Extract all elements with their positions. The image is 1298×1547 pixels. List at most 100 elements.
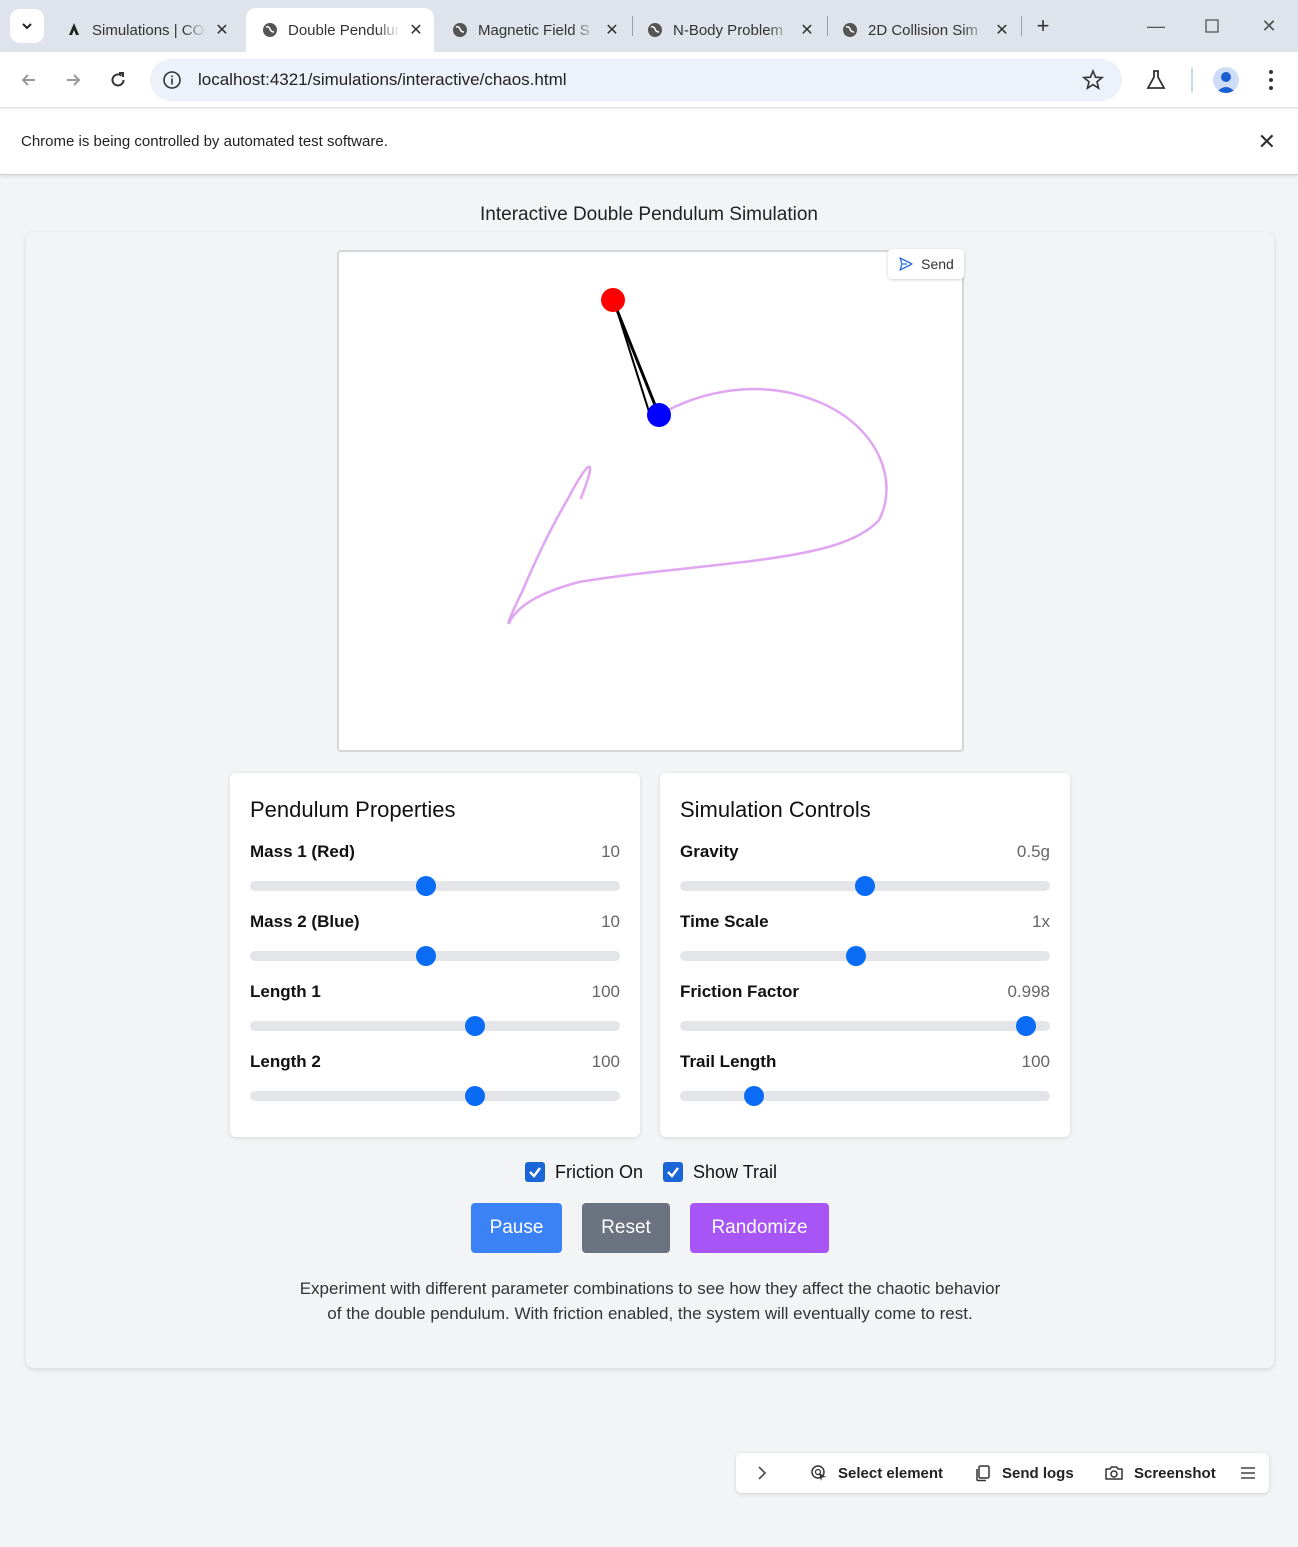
length-2-slider[interactable] (250, 1086, 620, 1106)
trail-checkbox[interactable] (663, 1162, 683, 1182)
maximize-icon[interactable] (1199, 14, 1225, 39)
pause-button[interactable]: Pause (471, 1203, 562, 1253)
friction-factor-value: 0.998 (1007, 982, 1050, 1001)
simulation-controls-panel: Simulation Controls Gravity 0.5g Time Sc… (660, 773, 1070, 1137)
tab-simulations[interactable]: Simulations | CO ✕ (50, 8, 240, 52)
tab-title: N-Body Problem (673, 21, 784, 39)
panel-heading: Simulation Controls (680, 797, 871, 822)
window-close-icon[interactable]: ✕ (1256, 14, 1282, 38)
slider-thumb[interactable] (465, 1086, 486, 1106)
tab-n-body[interactable]: N-Body Problem ✕ (631, 8, 825, 52)
trail-label: Show Trail (693, 1161, 778, 1182)
globe-icon (263, 23, 277, 37)
tab-magnetic-field[interactable]: Magnetic Field S ✕ (436, 8, 630, 52)
gravity-label: Gravity (680, 842, 739, 861)
randomize-button[interactable]: Randomize (690, 1203, 829, 1253)
star-icon[interactable] (1082, 69, 1104, 91)
tab-title: 2D Collision Sim (868, 21, 979, 39)
menu-kebab-icon[interactable] (1262, 68, 1280, 92)
slider-thumb[interactable] (845, 946, 866, 966)
friction-toggle[interactable]: Friction On (525, 1160, 643, 1184)
pendulum-rod-2 (614, 303, 652, 419)
trail-length-label: Trail Length (680, 1052, 777, 1071)
mass-2-slider[interactable] (250, 946, 620, 966)
slider-thumb[interactable] (415, 876, 436, 896)
slider-thumb[interactable] (744, 1086, 764, 1106)
mass-1-slider[interactable] (250, 876, 620, 896)
back-icon[interactable] (15, 66, 43, 94)
tab-double-pendulum[interactable]: Double Pendulum ✕ (246, 8, 434, 52)
slider-thumb[interactable] (1015, 1016, 1036, 1036)
send-label: Send (921, 256, 954, 272)
send-button[interactable]: Send (888, 249, 964, 279)
site-info-icon[interactable] (162, 70, 182, 90)
globe-icon (648, 23, 662, 37)
labs-flask-icon[interactable] (1145, 69, 1167, 91)
simulation-canvas[interactable] (337, 250, 964, 752)
select-element-label: Select element (838, 1464, 944, 1482)
length-1-slider[interactable] (250, 1016, 620, 1036)
chevron-right-icon[interactable] (754, 1465, 770, 1481)
time-scale-label: Time Scale (680, 912, 769, 931)
url-text: localhost:4321/simulations/interactive/c… (198, 70, 567, 89)
toolbar-divider (1191, 68, 1193, 92)
close-tab-icon[interactable]: ✕ (406, 20, 426, 40)
close-tab-icon[interactable]: ✕ (992, 20, 1012, 40)
profile-avatar-icon[interactable] (1213, 67, 1239, 93)
mass-1-label: Mass 1 (Red) (250, 842, 355, 861)
friction-factor-slider[interactable] (680, 1016, 1050, 1036)
copy-icon (976, 1465, 990, 1482)
hamburger-menu-icon[interactable] (1240, 1466, 1256, 1480)
close-tab-icon[interactable]: ✕ (212, 20, 232, 40)
pendulum-properties-panel: Pendulum Properties Mass 1 (Red) 10 Mass… (230, 773, 640, 1137)
send-icon (899, 257, 913, 271)
mass-1-red (601, 288, 625, 312)
trail-toggle[interactable]: Show Trail (663, 1160, 777, 1184)
send-logs-button[interactable]: Send logs (974, 1464, 1074, 1482)
tab-title: Double Pendulum (288, 21, 400, 39)
browser-toolbar: localhost:4321/simulations/interactive/c… (0, 52, 1298, 108)
minimize-icon[interactable]: — (1143, 14, 1169, 38)
chevron-down-icon (22, 23, 32, 30)
length-1-value: 100 (591, 982, 620, 1001)
select-element-button[interactable]: Select element (810, 1464, 943, 1482)
slider-thumb[interactable] (465, 1016, 486, 1036)
mass-2-label: Mass 2 (Blue) (250, 912, 360, 931)
close-infobar-icon[interactable]: ✕ (1258, 129, 1276, 155)
tab-search-button[interactable] (10, 9, 44, 43)
mass-2-blue (647, 403, 671, 427)
friction-checkbox[interactable] (525, 1162, 545, 1182)
time-scale-slider[interactable] (680, 946, 1050, 966)
tab-2d-collision[interactable]: 2D Collision Sim ✕ (826, 8, 1020, 52)
friction-factor-label: Friction Factor (680, 982, 800, 1001)
gravity-value: 0.5g (1016, 842, 1050, 861)
page-title: Interactive Double Pendulum Simulation (480, 204, 818, 225)
mass-1-value: 10 (601, 842, 620, 861)
length-1-label: Length 1 (250, 982, 321, 1001)
panel-heading: Pendulum Properties (250, 797, 456, 822)
globe-icon (453, 23, 467, 37)
send-logs-label: Send logs (1002, 1464, 1074, 1482)
address-bar[interactable]: localhost:4321/simulations/interactive/c… (150, 59, 1122, 101)
close-tab-icon[interactable]: ✕ (602, 20, 622, 40)
slider-thumb[interactable] (855, 876, 875, 896)
forward-icon[interactable] (59, 66, 87, 94)
time-scale-value: 1x (1032, 912, 1050, 931)
mass-2-value: 10 (601, 912, 620, 931)
globe-icon (843, 23, 857, 37)
pointer-target-icon (811, 1465, 826, 1481)
new-tab-icon[interactable]: + (1030, 14, 1056, 38)
close-tab-icon[interactable]: ✕ (797, 20, 817, 40)
trail-length-slider[interactable] (680, 1086, 1050, 1106)
slider-thumb[interactable] (415, 946, 436, 966)
automation-infobar: Chrome is being controlled by automated … (0, 109, 1298, 175)
gravity-slider[interactable] (680, 876, 1050, 896)
browser-tabstrip: Simulations | CO ✕ Double Pendulum ✕ Mag… (0, 0, 1298, 52)
checkmark-icon (529, 1167, 541, 1178)
reload-icon[interactable] (104, 66, 132, 94)
reset-button[interactable]: Reset (582, 1203, 670, 1253)
screenshot-button[interactable]: Screenshot (1104, 1464, 1216, 1482)
infobar-message: Chrome is being controlled by automated … (21, 133, 388, 150)
description-text: Experiment with different parameter comb… (299, 1279, 1001, 1323)
pendulum-trail (507, 387, 888, 625)
